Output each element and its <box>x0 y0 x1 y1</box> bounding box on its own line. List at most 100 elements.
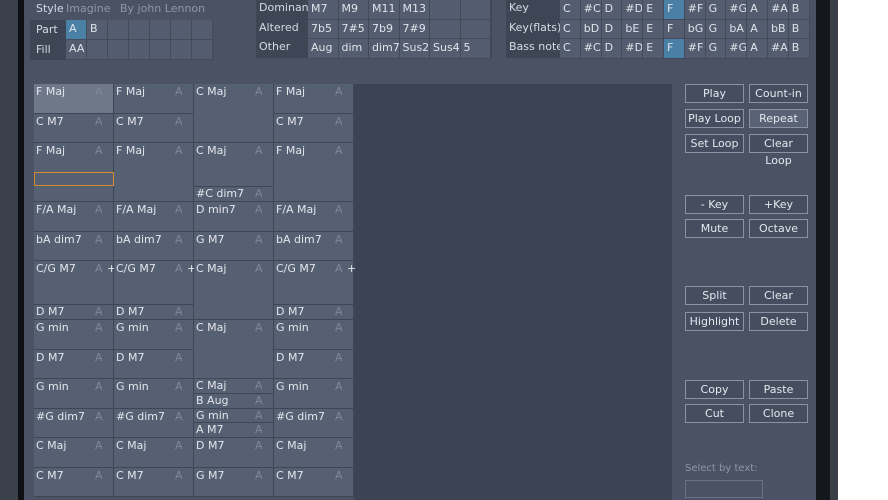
chord-cell[interactable]: D M7 A <box>114 349 194 379</box>
highlight-button[interactable]: Highlight <box>685 312 744 331</box>
key-cell[interactable]: B <box>788 0 810 20</box>
key-cell[interactable]: E <box>643 0 664 20</box>
clone-button[interactable]: Clone <box>749 404 808 423</box>
chord-type-cell[interactable] <box>460 19 491 39</box>
chord-cell[interactable]: D min7 A <box>194 202 274 232</box>
repeat-button[interactable]: Repeat <box>749 109 808 128</box>
play-loop-button[interactable]: Play Loop <box>685 109 744 128</box>
key-cell[interactable]: bE <box>622 19 644 39</box>
fill-cell[interactable] <box>171 40 192 60</box>
chord-cell[interactable]: C/G M7 A + <box>114 261 196 306</box>
chord-cell[interactable]: C Maj A <box>194 261 274 320</box>
copy-button[interactable]: Copy <box>685 380 744 399</box>
key-cell[interactable]: F <box>664 0 685 20</box>
chord-cell[interactable]: C Maj A <box>194 143 274 188</box>
set-loop-button[interactable]: Set Loop <box>685 134 744 153</box>
key-cell[interactable]: C <box>560 0 581 20</box>
select-by-text-input[interactable] <box>685 480 763 498</box>
chord-type-cell[interactable]: 7b9 <box>369 19 400 39</box>
key-cell[interactable]: #G <box>726 0 748 20</box>
key-cell[interactable]: G <box>705 19 727 39</box>
chord-cell[interactable]: F Maj A <box>114 84 194 114</box>
chord-cell[interactable]: #C dim7 A <box>194 187 274 202</box>
chord-cell[interactable]: A M7 A <box>194 423 274 438</box>
key-cell[interactable]: #A <box>768 39 789 59</box>
plus-key-button[interactable]: +Key <box>749 195 808 214</box>
chord-cell[interactable]: F Maj A <box>274 143 354 202</box>
chord-type-cell[interactable]: M13 <box>399 0 430 20</box>
chord-cell[interactable]: bA dim7 A <box>34 231 114 261</box>
chord-cell[interactable]: #G dim7 A <box>274 408 354 438</box>
count-in-button[interactable]: Count-in <box>749 84 808 103</box>
part-cell[interactable]: B <box>87 20 108 40</box>
key-cell[interactable]: E <box>643 19 664 39</box>
fill-cell[interactable]: AA <box>66 40 87 60</box>
chord-cell[interactable]: G min A <box>274 320 354 350</box>
delete-button[interactable]: Delete <box>749 312 808 331</box>
minus-key-button[interactable]: - Key <box>685 195 744 214</box>
chord-type-cell[interactable]: Aug <box>308 39 339 59</box>
chord-type-cell[interactable]: M9 <box>338 0 369 20</box>
chord-cell[interactable]: D M7 A <box>114 305 194 320</box>
key-cell[interactable]: #F <box>684 0 706 20</box>
chord-cell[interactable]: B Aug A <box>194 393 274 409</box>
chord-cell[interactable]: G min A <box>194 408 274 424</box>
part-cell[interactable] <box>150 20 171 40</box>
chord-cell[interactable]: C/G M7 A + <box>34 261 116 306</box>
chord-cell[interactable]: G min A <box>274 379 354 409</box>
chord-cell[interactable]: C M7 A <box>34 467 114 497</box>
part-cell[interactable] <box>192 20 213 40</box>
key-cell[interactable]: bG <box>684 19 706 39</box>
insert-cursor[interactable] <box>34 172 114 186</box>
key-cell[interactable]: B <box>788 19 810 39</box>
octave-button[interactable]: Octave <box>749 219 808 238</box>
chord-cell[interactable]: C Maj A <box>194 379 274 394</box>
chord-cell[interactable]: D M7 A <box>34 349 114 379</box>
chord-cell[interactable]: D M7 A <box>274 349 354 379</box>
key-cell[interactable]: #A <box>768 0 789 20</box>
key-cell[interactable]: #D <box>622 39 644 59</box>
chord-type-cell[interactable]: Sus4 <box>430 39 461 59</box>
chord-type-cell[interactable]: dim <box>338 39 369 59</box>
fill-cell[interactable] <box>192 40 213 60</box>
chord-type-cell[interactable]: dim7 <box>369 39 400 59</box>
key-cell[interactable]: D <box>601 39 623 59</box>
chord-cell[interactable]: C Maj A <box>114 438 194 468</box>
key-cell[interactable]: #C <box>580 39 602 59</box>
part-cell[interactable] <box>171 20 192 40</box>
chord-cell[interactable]: C M7 A <box>274 113 354 143</box>
chord-cell[interactable]: C Maj A <box>194 84 274 143</box>
key-cell[interactable]: G <box>705 0 727 20</box>
clear-button[interactable]: Clear <box>749 286 808 305</box>
cut-button[interactable]: Cut <box>685 404 744 423</box>
chord-type-cell[interactable]: 5 <box>460 39 491 59</box>
chord-cell[interactable]: bA dim7 A <box>114 231 194 261</box>
part-cell[interactable] <box>108 20 129 40</box>
chord-type-cell[interactable] <box>460 0 491 20</box>
chord-cell[interactable]: D M7 A <box>194 438 274 468</box>
chord-type-cell[interactable]: 7#5 <box>338 19 369 39</box>
key-cell[interactable]: G <box>705 39 727 59</box>
key-cell[interactable]: A <box>747 0 768 20</box>
chord-cell[interactable]: C Maj A <box>194 320 274 379</box>
chord-cell[interactable]: F Maj A <box>274 84 354 114</box>
chord-cell[interactable]: F/A Maj A <box>34 202 114 232</box>
clear-loop-button[interactable]: Clear Loop <box>749 134 808 167</box>
chord-cell[interactable]: C M7 A <box>114 113 194 143</box>
key-cell[interactable]: #G <box>726 39 748 59</box>
chord-cell[interactable]: C M7 A <box>114 467 194 497</box>
chord-cell[interactable]: bA dim7 A <box>274 231 354 261</box>
chord-cell[interactable]: C/G M7 A + <box>274 261 356 306</box>
key-cell[interactable]: bD <box>580 19 602 39</box>
chord-cell[interactable]: G M7 A <box>194 467 274 497</box>
key-cell[interactable]: #F <box>684 39 706 59</box>
chord-type-cell[interactable] <box>430 19 461 39</box>
part-cell[interactable]: A <box>66 20 87 40</box>
mute-button[interactable]: Mute <box>685 219 744 238</box>
chord-cell[interactable]: G M7 A <box>194 231 274 261</box>
fill-cell[interactable] <box>129 40 150 60</box>
key-cell[interactable]: B <box>788 39 810 59</box>
key-cell[interactable]: A <box>747 19 768 39</box>
paste-button[interactable]: Paste <box>749 380 808 399</box>
key-cell[interactable]: bA <box>726 19 748 39</box>
